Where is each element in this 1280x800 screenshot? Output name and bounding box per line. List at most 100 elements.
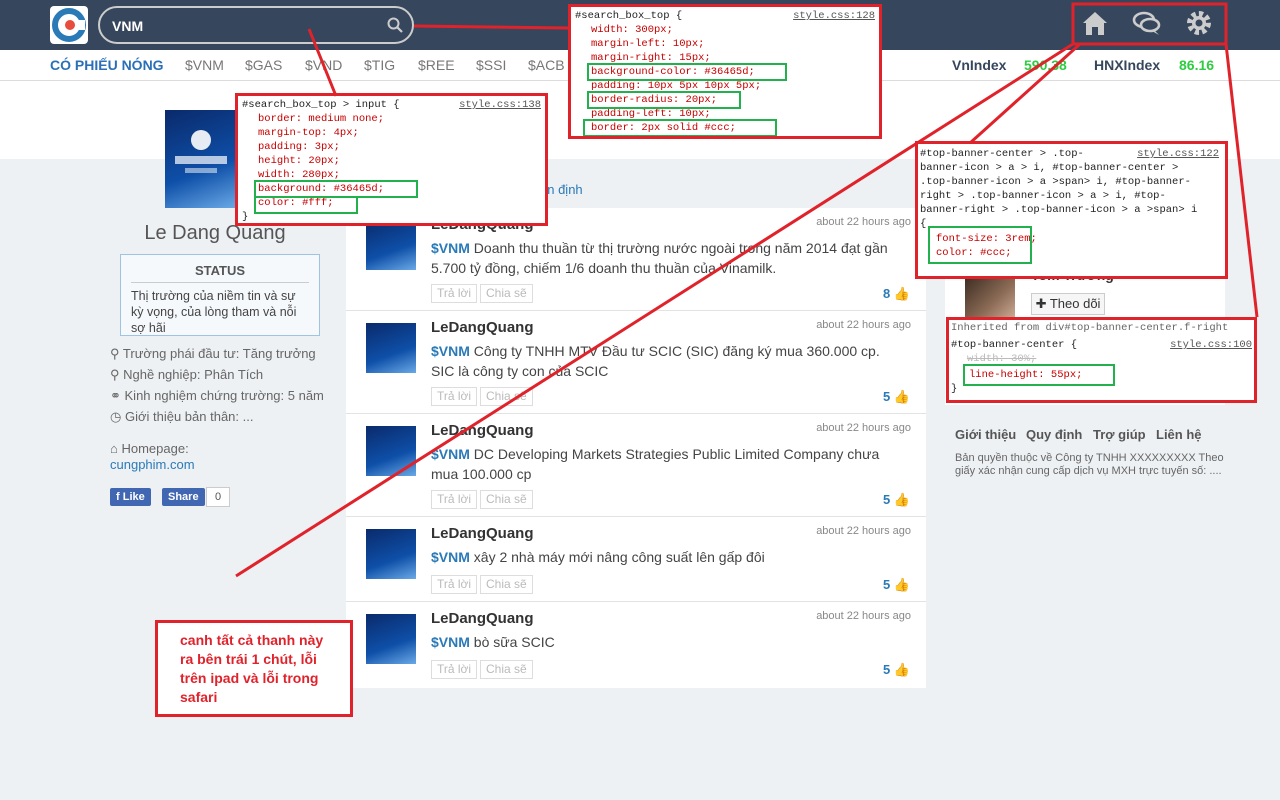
css-declaration: margin-left: 10px; — [591, 38, 705, 50]
post-tag[interactable]: $VNM — [431, 446, 470, 462]
post-tag[interactable]: $VNM — [431, 634, 470, 650]
post-tag[interactable]: $VNM — [431, 549, 470, 565]
feed-post: LeDangQuang about 22 hours ago $VNM Công… — [346, 311, 926, 414]
vnindex-label: VnIndex — [952, 57, 1007, 73]
status-box: STATUS Thị trường của niềm tin và sự kỳ … — [120, 254, 320, 336]
ticker-symbol[interactable]: $GAS — [245, 57, 282, 73]
thumbs-up-icon: 👍 — [893, 492, 910, 507]
post-content: $VNM Doanh thu thuần từ thị trường nước … — [431, 240, 888, 276]
info-occupation: ⚲ Nghề nghiệp: Phân Tích — [110, 367, 264, 382]
like-count[interactable]: 5 👍 — [883, 389, 910, 405]
css-selector: .top-banner-icon > a >span> i, #top-bann… — [920, 176, 1191, 188]
chat-icon[interactable] — [1132, 8, 1162, 38]
post-author[interactable]: LeDangQuang — [431, 319, 534, 336]
post-author[interactable]: LeDangQuang — [431, 610, 534, 627]
follow-button[interactable]: ✚ Theo dõi — [1031, 293, 1105, 315]
ticker-symbol[interactable]: $REE — [418, 57, 455, 73]
post-time: about 22 hours ago — [816, 422, 911, 434]
share-button[interactable]: Chia sẽ — [480, 387, 533, 406]
info-bio: ◷ Giới thiệu bản thân: ... — [110, 409, 254, 424]
css-selector: #search_box_top > input { — [242, 99, 400, 111]
footer-link[interactable]: Quy định — [1026, 427, 1082, 442]
share-button[interactable]: Chia sẽ — [480, 490, 533, 509]
post-time: about 22 hours ago — [816, 319, 911, 331]
champions-league-logo-icon — [175, 130, 227, 173]
post-time: about 22 hours ago — [816, 610, 911, 622]
share-button[interactable]: Chia sẽ — [480, 284, 533, 303]
css-source-link[interactable]: style.css:100 — [1170, 339, 1252, 351]
homepage-label: ⌂ Homepage: — [110, 441, 189, 456]
feed-post: LeDangQuang about 22 hours ago $VNM bò s… — [346, 602, 926, 688]
feed-post: LeDangQuang about 22 hours ago $VNM xây … — [346, 517, 926, 602]
css-declaration: padding: 3px; — [258, 141, 340, 153]
css-declaration: height: 20px; — [258, 155, 340, 167]
thumbs-up-icon: 👍 — [893, 577, 910, 592]
home-icon[interactable] — [1080, 8, 1110, 38]
share-count: 0 — [206, 487, 230, 507]
highlight-frame — [587, 63, 787, 81]
footer-link[interactable]: Liên hệ — [1156, 427, 1202, 442]
post-avatar[interactable] — [366, 614, 416, 664]
status-title: STATUS — [131, 263, 309, 283]
post-content: $VNM xây 2 nhà máy mới nâng công suất lê… — [431, 549, 765, 565]
css-declaration: width: 300px; — [591, 24, 673, 36]
reply-button[interactable]: Trả lời — [431, 575, 478, 594]
ticker-symbol[interactable]: $VNM — [185, 57, 224, 73]
post-avatar[interactable] — [366, 220, 416, 270]
facebook-share-button[interactable]: Share — [162, 488, 205, 506]
css-brace: { — [920, 218, 927, 230]
share-button[interactable]: Chia sẽ — [480, 660, 533, 679]
ticker-symbol[interactable]: $ACB — [528, 57, 565, 73]
annotation-note: canh tất cả thanh này ra bên trái 1 chút… — [155, 620, 353, 717]
like-count[interactable]: 8 👍 — [883, 286, 910, 302]
css-source-link[interactable]: style.css:122 — [1137, 148, 1219, 160]
thumbs-up-icon: 👍 — [893, 389, 910, 404]
post-avatar[interactable] — [366, 323, 416, 373]
highlight-frame — [963, 364, 1115, 386]
search-input[interactable] — [112, 16, 382, 36]
thumbs-up-icon: 👍 — [893, 286, 910, 301]
footer-link[interactable]: Trợ giúp — [1093, 427, 1146, 442]
css-selector: #search_box_top { — [575, 10, 683, 22]
css-source-link[interactable]: style.css:128 — [793, 10, 875, 22]
reply-button[interactable]: Trả lời — [431, 490, 478, 509]
highlight-frame — [583, 119, 777, 136]
css-source-link[interactable]: style.css:138 — [459, 99, 541, 111]
share-button[interactable]: Chia sẽ — [480, 575, 533, 594]
gear-icon[interactable] — [1184, 8, 1214, 38]
post-avatar[interactable] — [366, 529, 416, 579]
css-selector: banner-icon > a > i, #top-banner-center … — [920, 162, 1179, 174]
homepage-link[interactable]: cungphim.com — [110, 457, 195, 472]
facebook-like-button[interactable]: f Like — [110, 488, 151, 506]
hot-stocks-label: CÓ PHIẾU NÓNG — [50, 57, 164, 73]
status-text: Thị trường của niềm tin và sự kỳ vọng, c… — [131, 289, 297, 335]
like-count[interactable]: 5 👍 — [883, 492, 910, 508]
inherited-from-label: Inherited from div#top-banner-center.f-r… — [951, 322, 1229, 334]
post-time: about 22 hours ago — [816, 525, 911, 537]
post-author[interactable]: LeDangQuang — [431, 422, 534, 439]
css-selector: banner-right > .top-banner-icon > a >spa… — [920, 204, 1198, 216]
post-tag[interactable]: $VNM — [431, 343, 470, 359]
post-author[interactable]: LeDangQuang — [431, 525, 534, 542]
post-content: $VNM bò sữa SCIC — [431, 634, 555, 650]
search-icon[interactable] — [386, 16, 404, 34]
vnindex-value: 590.38 — [1024, 57, 1067, 73]
reply-button[interactable]: Trả lời — [431, 284, 478, 303]
feed-post: LeDangQuang about 22 hours ago $VNM DC D… — [346, 414, 926, 517]
clock-icon: ◷ — [110, 409, 125, 424]
post-tag[interactable]: $VNM — [431, 240, 470, 256]
plus-icon: ✚ — [1035, 296, 1050, 311]
reply-button[interactable]: Trả lời — [431, 660, 478, 679]
profile-avatar[interactable] — [165, 110, 237, 208]
post-avatar[interactable] — [366, 426, 416, 476]
footer-link[interactable]: Giới thiệu — [955, 427, 1016, 442]
reply-button[interactable]: Trả lời — [431, 387, 478, 406]
site-logo[interactable] — [50, 6, 88, 44]
like-count[interactable]: 5 👍 — [883, 577, 910, 593]
hnxindex-label: HNXIndex — [1094, 57, 1161, 73]
link-icon: ⚭ — [110, 388, 125, 403]
ticker-symbol[interactable]: $SSI — [476, 57, 506, 73]
ticker-symbol[interactable]: $VND — [305, 57, 342, 73]
like-count[interactable]: 5 👍 — [883, 662, 910, 678]
ticker-symbol[interactable]: $TIG — [364, 57, 395, 73]
